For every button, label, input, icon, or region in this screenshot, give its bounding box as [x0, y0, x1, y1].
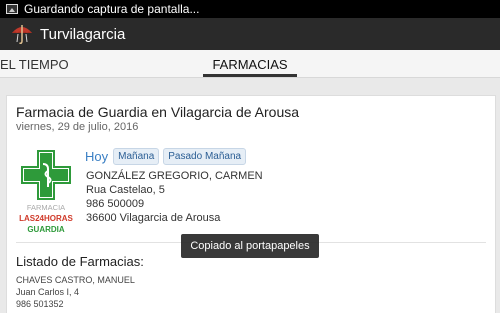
image-icon: [6, 4, 18, 14]
tab-farmacias[interactable]: FARMACIAS: [203, 50, 297, 78]
pharmacy-phone[interactable]: 986 500009: [86, 197, 263, 211]
umbrella-icon[interactable]: [10, 22, 34, 46]
day-selector: Hoy Mañana Pasado Mañana: [85, 148, 250, 165]
pharmacy-list-title: Listado de Farmacias:: [16, 254, 144, 269]
green-cross-icon: [21, 150, 71, 200]
pharmacy-logo: FARMACIA LAS24HORAS GUARDIA: [19, 150, 74, 234]
action-bar: Turvilagarcia: [0, 18, 500, 50]
card-title: Farmacia de Guardia en Vilagarcia de Aro…: [16, 104, 300, 120]
pharmacy-street: Rua Castelao, 5: [86, 184, 165, 196]
status-bar: Guardando captura de pantalla...: [0, 0, 500, 18]
toast-message: Copiado al portapapeles: [181, 234, 319, 258]
logo-bottom-text: GUARDIA: [27, 225, 65, 234]
list-item-phone[interactable]: 986 501352: [16, 298, 135, 310]
day-after-tomorrow-button[interactable]: Pasado Mañana: [163, 148, 247, 165]
logo-top-text: FARMACIA: [27, 203, 65, 212]
tab-el-tiempo[interactable]: EL TIEMPO: [0, 50, 69, 78]
pharmacy-name: GONZÁLEZ GREGORIO, CARMEN: [86, 170, 263, 182]
tab-bar: EL TIEMPO FARMACIAS: [0, 50, 500, 78]
list-item-street: Juan Carlos I, 4: [16, 287, 80, 297]
app-title: Turvilagarcia: [40, 25, 126, 43]
pharmacy-city: 36600 Vilagarcia de Arousa: [86, 212, 221, 224]
card-date: viernes, 29 de julio, 2016: [16, 121, 139, 133]
list-item-name: CHAVES CASTRO, MANUEL: [16, 275, 135, 285]
list-item[interactable]: CHAVES CASTRO, MANUEL Juan Carlos I, 4 9…: [16, 274, 135, 310]
logo-mid-text: LAS24HORAS: [19, 214, 73, 223]
day-today[interactable]: Hoy: [85, 149, 108, 164]
day-tomorrow-button[interactable]: Mañana: [113, 148, 160, 165]
pharmacy-card: Farmacia de Guardia en Vilagarcia de Aro…: [6, 95, 496, 313]
on-duty-pharmacy[interactable]: GONZÁLEZ GREGORIO, CARMEN Rua Castelao, …: [86, 169, 263, 225]
status-notification: Guardando captura de pantalla...: [24, 2, 200, 16]
